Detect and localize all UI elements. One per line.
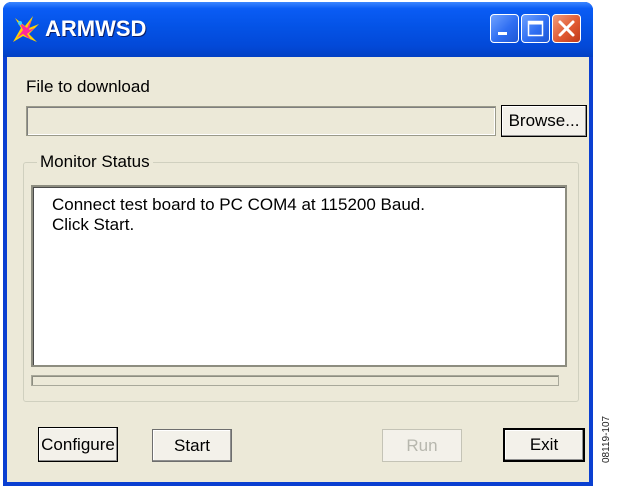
status-line: Click Start. [52,215,135,234]
figure-number: 08119-107 [601,415,612,463]
window-title: ARMWSD [45,16,147,41]
maximize-icon [527,20,544,37]
configure-button[interactable]: Configure [38,427,118,462]
dialog-client-area: File to download Browse... Monitor Statu… [7,57,589,482]
start-button[interactable]: Start [152,429,232,462]
app-icon [13,16,39,42]
app-window: ARMWSD File to download Browse... Monito… [3,2,593,486]
maximize-button[interactable] [521,14,550,43]
file-to-download-label: File to download [26,77,150,96]
run-button[interactable]: Run [382,429,462,462]
close-button[interactable] [552,14,581,43]
close-icon [558,20,575,37]
file-path-field[interactable] [26,106,496,136]
exit-button[interactable]: Exit [503,428,585,462]
title-bar[interactable]: ARMWSD [3,2,593,57]
minimize-icon [498,32,507,35]
status-line: Connect test board to PC COM4 at 115200 … [52,195,425,214]
monitor-status-output[interactable]: Connect test board to PC COM4 at 115200 … [31,185,567,367]
progress-bar [31,375,559,386]
browse-button[interactable]: Browse... [501,105,587,137]
monitor-status-label: Monitor Status [37,152,153,172]
minimize-button[interactable] [490,14,519,43]
